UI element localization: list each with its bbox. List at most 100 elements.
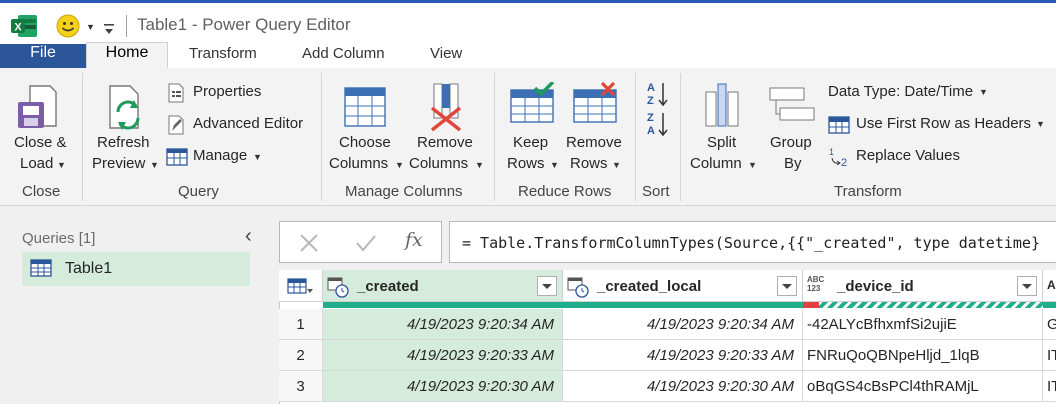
- data-type-dropdown[interactable]: Data Type: Date/Time ▼: [828, 82, 993, 104]
- remove-columns-label-1: Remove: [417, 134, 473, 151]
- sort-ascending-button[interactable]: A Z: [646, 80, 670, 108]
- datetime-type-icon[interactable]: [327, 276, 349, 298]
- svg-text:A: A: [647, 82, 655, 94]
- close-load-label-1: Close &: [14, 134, 67, 151]
- column-header-device-id[interactable]: ABC 123 _device_id: [803, 270, 1043, 302]
- refresh-preview-button[interactable]: Refresh Preview ▼: [90, 80, 160, 180]
- group-label-manage-columns: Manage Columns: [345, 183, 463, 200]
- title-separator: [126, 15, 127, 37]
- table-cell[interactable]: 4/19/2023 9:20:30 AM: [323, 371, 563, 402]
- close-load-button[interactable]: Close & Load ▼: [10, 80, 67, 180]
- datetime-type-icon[interactable]: [567, 276, 589, 298]
- tab-view[interactable]: View: [430, 44, 462, 68]
- manage-table-icon: [166, 148, 188, 166]
- cancel-formula-icon[interactable]: [298, 233, 320, 253]
- tab-transform[interactable]: Transform: [189, 44, 257, 68]
- table-cell[interactable]: G: [1043, 309, 1056, 340]
- column-filter-button-device-id[interactable]: [1017, 276, 1037, 296]
- query-item-table1[interactable]: [22, 252, 250, 286]
- keep-rows-button[interactable]: Keep Rows ▼: [505, 80, 559, 180]
- manage-button[interactable]: Manage ▼: [166, 146, 276, 168]
- table-cell[interactable]: oBqGS4cBsPCl4thRAMjL: [803, 371, 1043, 402]
- column-header-created[interactable]: _created: [323, 270, 563, 302]
- split-column-label-2: Column: [690, 155, 742, 172]
- group-separator: [680, 73, 681, 201]
- row-number[interactable]: 3: [279, 371, 323, 402]
- table-cell[interactable]: 4/19/2023 9:20:34 AM: [323, 309, 563, 340]
- table-cell[interactable]: IT: [1043, 340, 1056, 371]
- remove-rows-label-2: Rows: [570, 155, 608, 172]
- column-name-created: _created: [357, 278, 419, 295]
- table-cell[interactable]: 4/19/2023 9:20:33 AM: [563, 340, 803, 371]
- tab-file[interactable]: File: [0, 44, 86, 68]
- first-row-caret-icon: ▼: [1036, 119, 1045, 129]
- properties-button[interactable]: Properties: [166, 82, 316, 104]
- sort-ascending-icon: A Z: [647, 82, 668, 107]
- split-column-button[interactable]: Split Column ▼: [688, 80, 757, 180]
- column-quality-bar: [323, 302, 563, 308]
- advanced-editor-label: Advanced Editor: [193, 115, 304, 132]
- remove-columns-label-2: Columns: [409, 155, 469, 172]
- group-by-label-1: Group: [770, 134, 812, 151]
- group-label-reduce-rows: Reduce Rows: [518, 183, 612, 200]
- collapse-panel-icon[interactable]: ‹: [245, 225, 252, 248]
- row-number[interactable]: 1: [279, 309, 323, 340]
- column-header-partial[interactable]: A: [1043, 270, 1056, 302]
- table-cell[interactable]: 4/19/2023 9:20:30 AM: [563, 371, 803, 402]
- column-name-created-local: _created_local: [597, 278, 702, 295]
- use-first-row-headers-button[interactable]: Use First Row as Headers ▼: [828, 114, 1046, 136]
- choose-columns-button[interactable]: Choose Columns ▼: [329, 80, 404, 180]
- commit-formula-icon[interactable]: [355, 233, 377, 253]
- advanced-editor-button[interactable]: Advanced Editor: [166, 114, 316, 136]
- refresh-icon: [109, 85, 140, 130]
- column-name-device-id: _device_id: [837, 278, 914, 295]
- window-title: Table1 - Power Query Editor: [137, 15, 351, 34]
- smiley-feedback-icon[interactable]: [56, 14, 80, 38]
- chevron-down-icon: [542, 284, 552, 289]
- remove-rows-label-1: Remove: [566, 134, 622, 151]
- column-error-bar: [803, 302, 819, 308]
- close-load-label-2: Load: [20, 155, 54, 172]
- remove-rows-icon: [573, 82, 617, 123]
- sort-descending-button[interactable]: Z A: [646, 110, 670, 138]
- qat-dropdown-icon[interactable]: ▼: [86, 22, 95, 32]
- replace-values-icon: 1 2: [829, 147, 847, 168]
- chevron-down-icon: [782, 284, 792, 289]
- table-cell[interactable]: 4/19/2023 9:20:34 AM: [563, 309, 803, 340]
- table-cell[interactable]: -42ALYcBfhxmfSi2ujiE: [803, 309, 1043, 340]
- svg-text:X: X: [14, 22, 22, 34]
- tab-add-column[interactable]: Add Column: [302, 44, 385, 68]
- formula-bar[interactable]: = Table.TransformColumnTypes(Source,{{"_…: [449, 221, 1056, 263]
- column-filter-button-created-local[interactable]: [777, 276, 797, 296]
- column-header-created-local[interactable]: _created_local: [563, 270, 803, 302]
- replace-values-button[interactable]: 1 2 Replace Values: [828, 146, 988, 168]
- close-load-icon: [18, 85, 57, 128]
- table-cell[interactable]: IT: [1043, 371, 1056, 402]
- customize-qat-icon[interactable]: [103, 22, 115, 36]
- group-by-icon: [769, 87, 815, 121]
- remove-columns-caret-icon: ▼: [475, 160, 484, 170]
- table-cell[interactable]: 4/19/2023 9:20:33 AM: [323, 340, 563, 371]
- remove-rows-button[interactable]: Remove Rows ▼: [564, 80, 628, 180]
- table-cell[interactable]: FNRuQoQBNpeHljd_1lqB: [803, 340, 1043, 371]
- group-separator: [635, 73, 636, 201]
- any-type-icon[interactable]: ABC 123: [807, 275, 829, 293]
- manage-label: Manage: [193, 147, 248, 164]
- table-corner-menu[interactable]: [279, 270, 323, 302]
- row-number[interactable]: 2: [279, 340, 323, 371]
- keep-rows-icon: [510, 82, 555, 123]
- column-filter-button-created[interactable]: [537, 276, 557, 296]
- svg-text:Z: Z: [647, 112, 654, 124]
- fx-icon[interactable]: fx: [405, 229, 423, 251]
- manage-caret-icon: ▼: [253, 152, 262, 162]
- group-by-button[interactable]: Group By: [764, 80, 820, 180]
- split-column-caret-icon: ▼: [748, 160, 757, 170]
- keep-rows-label-2: Rows: [507, 155, 545, 172]
- remove-columns-button[interactable]: Remove Columns ▼: [408, 80, 484, 180]
- tab-home[interactable]: Home: [86, 42, 168, 68]
- first-row-label: Use First Row as Headers: [856, 115, 1032, 132]
- refresh-caret-icon: ▼: [150, 160, 159, 170]
- choose-columns-label-2: Columns: [329, 155, 389, 172]
- refresh-label-1: Refresh: [97, 134, 150, 151]
- remove-columns-icon: [430, 83, 462, 132]
